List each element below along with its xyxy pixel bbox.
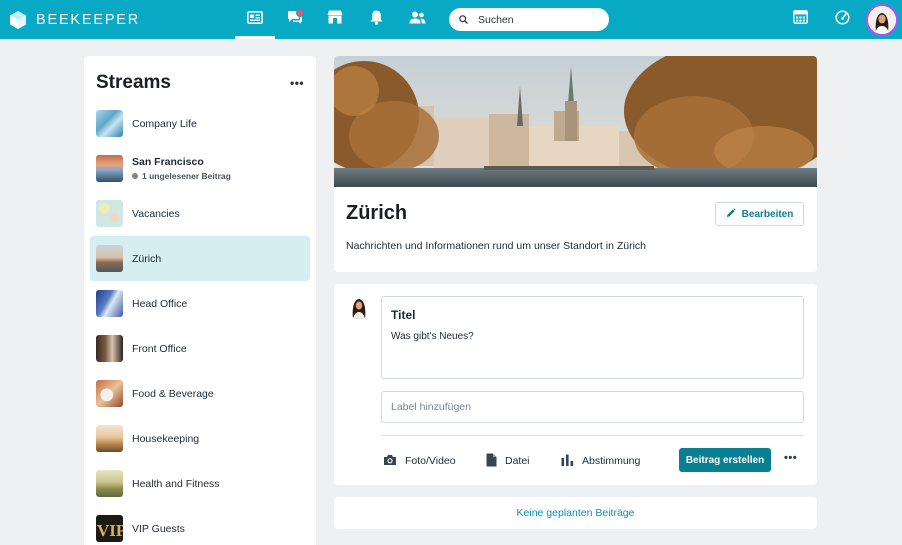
composer-divider	[381, 435, 804, 436]
file-label: Datei	[505, 455, 530, 467]
stream-thumbnail: VIP	[96, 515, 123, 542]
bar-chart-icon	[561, 454, 574, 469]
stream-description: Nachrichten und Informationen rund um un…	[346, 240, 646, 252]
beekeeper-logo[interactable]: BEEKEEPER	[8, 9, 140, 31]
stream-header-card: Zürich Bearbeiten Nachrichten und Inform…	[334, 56, 817, 272]
stream-thumbnail	[96, 245, 123, 272]
add-label-placeholder: Label hinzufügen	[391, 401, 471, 413]
photo-video-label: Foto/Video	[405, 455, 456, 467]
unread-indicator: 1 ungelesener Beitrag	[132, 171, 231, 181]
post-composer: Titel Was gibt's Neues? Label hinzufügen…	[334, 284, 817, 485]
composer-more-button[interactable]: •••	[784, 452, 797, 464]
beekeeper-logo-icon	[8, 10, 28, 30]
sidebar-item-health-fitness[interactable]: Health and Fitness	[90, 461, 310, 506]
add-file-button[interactable]: Datei	[486, 452, 530, 470]
stream-thumbnail	[96, 470, 123, 497]
bell-icon	[370, 10, 383, 30]
nav-notifications[interactable]	[356, 0, 396, 39]
sidebar-item-label: Vacancies	[132, 207, 180, 220]
add-label-field[interactable]: Label hinzufügen	[381, 391, 804, 423]
stream-title: Zürich	[346, 202, 408, 224]
nav-chat[interactable]	[275, 0, 315, 39]
user-avatar[interactable]	[866, 4, 898, 36]
search-input[interactable]	[478, 13, 588, 26]
scheduled-posts-label: Keine geplanten Beiträge	[516, 507, 635, 519]
sidebar-item-label: Food & Beverage	[132, 387, 214, 400]
nav-people[interactable]	[397, 0, 437, 39]
sidebar-item-housekeeping[interactable]: Housekeeping	[90, 416, 310, 461]
sidebar-item-label: Company Life	[132, 117, 197, 130]
camera-icon	[383, 454, 397, 469]
scheduled-posts-link[interactable]: Keine geplanten Beiträge	[334, 497, 817, 529]
sidebar-item-san-francisco[interactable]: San Francisco 1 ungelesener Beitrag	[90, 146, 310, 191]
post-title-field[interactable]: Titel	[391, 308, 415, 322]
speedometer-icon	[834, 9, 850, 30]
sidebar-item-label: Housekeeping	[132, 432, 200, 445]
unread-count-text: 1 ungelesener Beitrag	[142, 171, 231, 181]
nav-apps[interactable]	[780, 0, 820, 39]
stream-thumbnail	[96, 335, 123, 362]
post-body-field[interactable]: Was gibt's Neues?	[391, 331, 474, 342]
chat-unread-dot	[296, 9, 304, 17]
sidebar-item-label: Health and Fitness	[132, 477, 220, 490]
sidebar-item-vacancies[interactable]: Vacancies	[90, 191, 310, 236]
svg-text:VIP: VIP	[97, 521, 123, 540]
sidebar-item-label: Front Office	[132, 342, 187, 355]
sidebar-item-label: VIP Guests	[132, 522, 185, 535]
poll-label: Abstimmung	[582, 455, 641, 467]
sidebar-item-zurich[interactable]: Zürich	[90, 236, 310, 281]
sidebar-item-company-life[interactable]: Company Life	[90, 101, 310, 146]
sidebar-item-front-office[interactable]: Front Office	[90, 326, 310, 371]
stream-thumbnail	[96, 425, 123, 452]
news-feed-icon	[247, 10, 263, 29]
nav-shop[interactable]	[315, 0, 355, 39]
stream-thumbnail	[96, 200, 123, 227]
edit-stream-button[interactable]: Bearbeiten	[715, 202, 804, 226]
add-photo-video-button[interactable]: Foto/Video	[383, 452, 456, 470]
user-avatar-picture	[868, 6, 896, 34]
create-post-button[interactable]: Beitrag erstellen	[679, 448, 771, 472]
post-editor[interactable]: Titel Was gibt's Neues?	[381, 296, 804, 379]
sidebar-item-head-office[interactable]: Head Office	[90, 281, 310, 326]
sidebar-item-label: Zürich	[132, 252, 162, 265]
sidebar-more-button[interactable]: •••	[290, 76, 304, 90]
pencil-icon	[726, 207, 736, 221]
stream-thumbnail	[96, 290, 123, 317]
sidebar-title: Streams	[96, 72, 171, 93]
composer-avatar	[347, 295, 371, 319]
apps-grid-icon	[792, 10, 808, 29]
sidebar-item-label: Head Office	[132, 297, 188, 310]
stream-cover-image	[334, 56, 817, 187]
edit-button-label: Bearbeiten	[741, 208, 794, 220]
nav-dashboard[interactable]	[822, 0, 862, 39]
stream-thumbnail	[96, 110, 123, 137]
streams-sidebar: Streams ••• Company Life San Francisco 1…	[84, 56, 316, 545]
people-icon	[409, 11, 426, 29]
nav-news-feed[interactable]	[235, 0, 275, 39]
add-poll-button[interactable]: Abstimmung	[561, 452, 640, 470]
stream-thumbnail	[96, 155, 123, 182]
stream-thumbnail	[96, 380, 123, 407]
unread-dot	[132, 173, 138, 179]
sidebar-item-vip-guests[interactable]: VIP VIP Guests	[90, 506, 310, 545]
search-bar[interactable]	[449, 8, 609, 31]
file-icon	[486, 453, 497, 470]
sidebar-item-food-beverage[interactable]: Food & Beverage	[90, 371, 310, 416]
shop-icon	[327, 10, 343, 29]
top-navigation-bar: BEEKEEPER	[0, 0, 902, 39]
search-icon	[459, 11, 468, 29]
brand-name: BEEKEEPER	[36, 12, 141, 28]
sidebar-item-label: San Francisco	[132, 156, 204, 168]
